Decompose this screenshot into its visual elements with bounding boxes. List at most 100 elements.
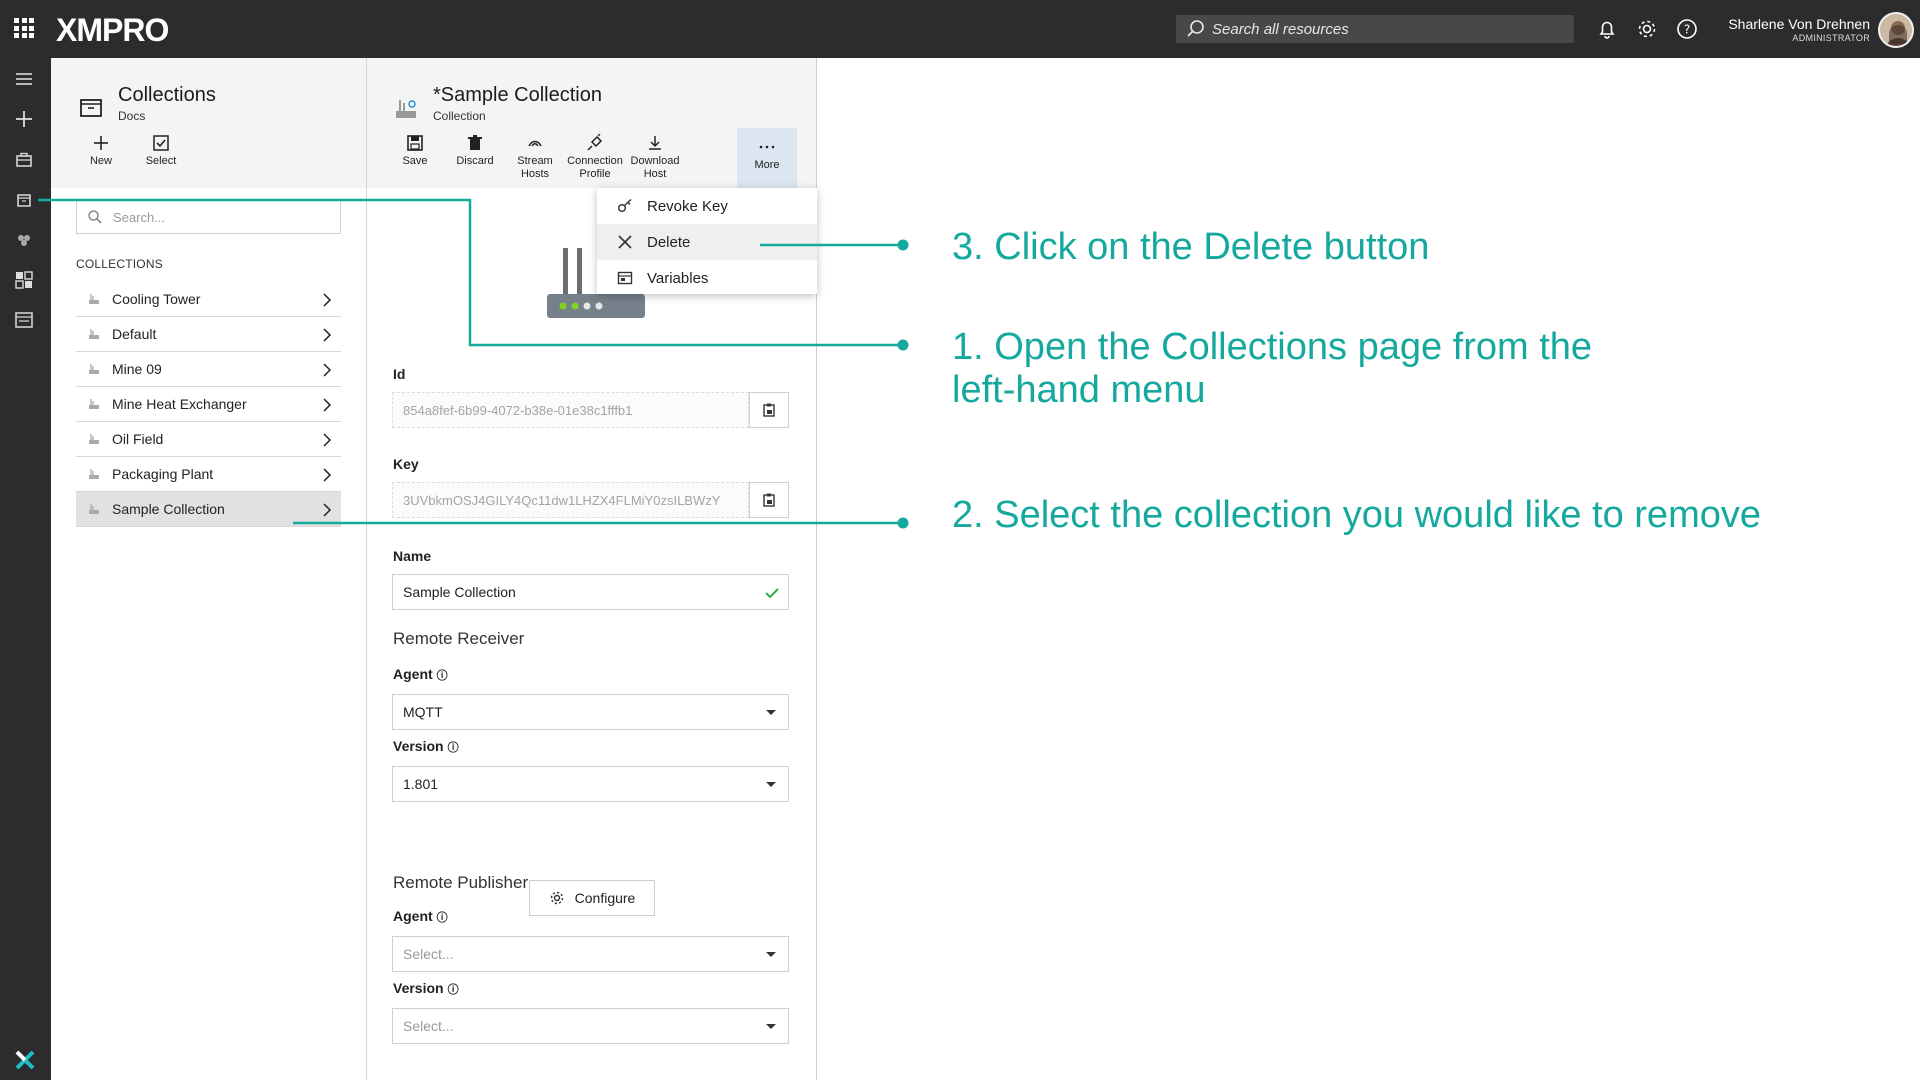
collection-factory-icon <box>396 100 416 118</box>
more-button[interactable]: More <box>737 128 797 188</box>
list-item[interactable]: Mine 09 <box>76 352 341 387</box>
collections-icon[interactable] <box>12 188 36 212</box>
variables-menu-item[interactable]: Variables <box>597 260 817 296</box>
publisher-agent-select[interactable]: Select... <box>392 936 789 972</box>
collection-item-icon <box>89 399 99 409</box>
info-icon[interactable]: ⓘ <box>437 912 448 924</box>
select-button[interactable]: Select <box>133 134 189 168</box>
annotation-step-2: 2. Select the collection you would like … <box>952 494 1761 536</box>
check-icon <box>765 588 779 599</box>
chevron-right-icon <box>323 433 332 447</box>
stream-hosts-icon <box>528 140 542 147</box>
caret-down-icon <box>766 782 776 787</box>
list-item[interactable]: Cooling Tower <box>76 282 341 317</box>
clipboard-icon <box>763 403 775 417</box>
publisher-version-select[interactable]: Select... <box>392 1008 789 1044</box>
delete-menu-item[interactable]: Delete <box>597 224 817 260</box>
collections-list: Cooling Tower Default Mine 09 Mine Heat … <box>76 282 341 527</box>
copy-id-button[interactable] <box>749 392 789 428</box>
left-rail <box>0 58 51 1080</box>
collections-box-icon <box>80 99 102 117</box>
page-title: *Sample Collection <box>433 84 602 106</box>
global-search-input[interactable]: Search all resources <box>1176 15 1574 43</box>
save-button[interactable]: Save <box>387 134 443 168</box>
apps-grid-icon[interactable] <box>14 18 34 38</box>
top-bar: XMPRO Search all resources ? Sharlene Vo… <box>0 0 1920 58</box>
info-icon[interactable]: ⓘ <box>437 670 448 682</box>
chevron-right-icon <box>323 363 332 377</box>
annotation-step-1-line-2: left-hand menu <box>952 369 1206 411</box>
collections-search-input[interactable]: Search... <box>76 200 341 234</box>
chevron-right-icon <box>323 398 332 412</box>
briefcase-icon[interactable] <box>12 148 36 172</box>
more-dropdown-menu: Revoke Key Delete Variables <box>597 188 817 294</box>
list-item[interactable]: Oil Field <box>76 422 341 457</box>
svg-text:?: ? <box>1684 23 1690 37</box>
receiver-version-label: Version ⓘ <box>393 738 459 754</box>
annotation-step-1-line-1: 1. Open the Collections page from the <box>952 326 1593 368</box>
receiver-version-select[interactable]: 1.801 <box>392 766 789 802</box>
list-item[interactable]: Mine Heat Exchanger <box>76 387 341 422</box>
new-button[interactable]: New <box>73 134 129 168</box>
connection-profile-button[interactable]: Connection Profile <box>567 134 623 181</box>
collection-item-icon <box>89 469 99 479</box>
collection-item-icon <box>89 364 99 374</box>
collection-item-icon <box>89 294 99 304</box>
avatar[interactable] <box>1878 12 1914 48</box>
global-search-placeholder: Search all resources <box>1212 20 1349 38</box>
search-icon <box>88 210 102 224</box>
name-input[interactable]: Sample Collection <box>392 574 789 610</box>
annotation-step-3: 3. Click on the Delete button <box>952 226 1430 268</box>
stream-hosts-button[interactable]: Stream Hosts <box>507 134 563 181</box>
list-item[interactable]: Packaging Plant <box>76 457 341 492</box>
copy-key-button[interactable] <box>749 482 789 518</box>
chevron-right-icon <box>323 503 332 517</box>
list-item-label: Mine 09 <box>112 361 162 377</box>
list-item-selected[interactable]: Sample Collection <box>76 492 341 527</box>
save-icon <box>407 135 423 151</box>
chevron-right-icon <box>323 293 332 307</box>
app-logo[interactable]: XMPRO <box>56 12 169 49</box>
receiver-agent-select[interactable]: MQTT <box>392 694 789 730</box>
key-field: 3UVbkmOSJ4GILY4Qc11dw1LHZX4FLMiY0zsILBWz… <box>392 482 749 518</box>
add-icon[interactable] <box>12 107 36 131</box>
receiver-agent-label: Agent ⓘ <box>393 666 448 682</box>
collection-detail-panel: *Sample Collection Collection Save Disca… <box>367 58 817 1080</box>
info-icon[interactable]: ⓘ <box>448 742 459 754</box>
devices-icon[interactable] <box>12 228 36 252</box>
dashboard-icon[interactable] <box>12 268 36 292</box>
recipes-icon[interactable] <box>12 308 36 332</box>
user-name[interactable]: Sharlene Von Drehnen <box>1728 16 1870 32</box>
plus-icon <box>94 136 108 150</box>
collections-section-label: COLLECTIONS <box>76 257 163 271</box>
page-subtitle: Docs <box>118 109 146 123</box>
chevron-right-icon <box>323 468 332 482</box>
key-label: Key <box>393 456 419 472</box>
search-icon <box>1187 20 1204 37</box>
configure-button[interactable]: Configure <box>529 880 655 916</box>
bell-icon[interactable] <box>1595 17 1619 41</box>
collection-item-icon <box>89 504 99 514</box>
xmpro-mark-icon[interactable] <box>13 1048 37 1072</box>
chevron-right-icon <box>323 328 332 342</box>
revoke-key-menu-item[interactable]: Revoke Key <box>597 188 817 224</box>
list-item-label: Packaging Plant <box>112 466 214 482</box>
list-item-label: Mine Heat Exchanger <box>112 396 247 412</box>
hamburger-menu-icon[interactable] <box>12 67 36 91</box>
collection-item-icon <box>89 329 99 339</box>
gear-icon[interactable] <box>1635 17 1659 41</box>
list-item-label: Cooling Tower <box>112 291 201 307</box>
help-icon[interactable]: ? <box>1675 17 1699 41</box>
gear-icon <box>550 891 563 905</box>
info-icon[interactable]: ⓘ <box>448 984 459 996</box>
download-host-button[interactable]: Download Host <box>627 134 683 181</box>
list-item-label: Sample Collection <box>112 501 225 517</box>
list-item[interactable]: Default <box>76 317 341 352</box>
publisher-version-label: Version ⓘ <box>393 980 459 996</box>
caret-down-icon <box>766 710 776 715</box>
discard-button[interactable]: Discard <box>447 134 503 168</box>
user-role: ADMINISTRATOR <box>1792 33 1870 43</box>
collections-panel-header: Collections Docs New Select <box>51 58 366 188</box>
name-label: Name <box>393 548 432 564</box>
remote-publisher-title: Remote Publisher <box>393 873 529 892</box>
